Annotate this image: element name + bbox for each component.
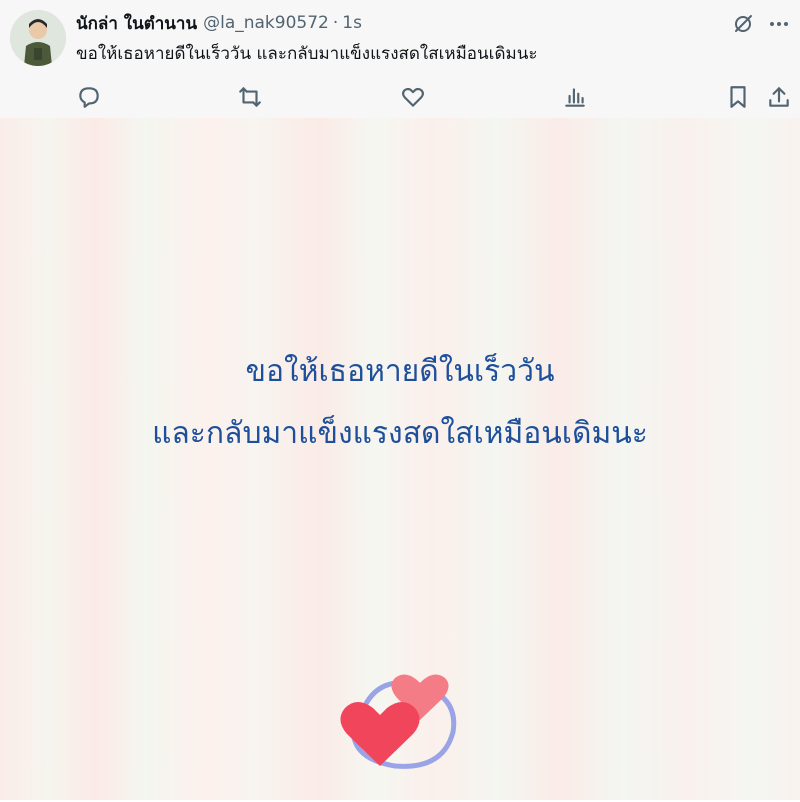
media-text-line-1: ขอให้เธอหายดีในเร็ววัน xyxy=(245,354,555,389)
media-text-line-2: และกลับมาแข็งแรงสดใสเหมือนเดิมนะ xyxy=(152,416,648,451)
share-icon[interactable] xyxy=(766,84,792,110)
like-icon[interactable] xyxy=(400,84,426,110)
reply-icon[interactable] xyxy=(76,84,102,110)
display-name[interactable]: นักล่า ในตำนาน xyxy=(76,10,197,37)
post-media-image[interactable]: ขอให้เธอหายดีในเร็ววัน และกลับมาแข็งแรงส… xyxy=(0,118,800,800)
post-meta: นักล่า ในตำนาน @la_nak90572 · 1s xyxy=(76,11,362,35)
more-icon[interactable] xyxy=(767,12,791,36)
post-header: นักล่า ในตำนาน @la_nak90572 · 1s ขอให้เธ… xyxy=(0,0,800,118)
avatar[interactable] xyxy=(10,10,66,66)
heart-front-icon xyxy=(340,702,420,766)
user-handle[interactable]: @la_nak90572 xyxy=(203,13,329,33)
views-icon[interactable] xyxy=(562,84,588,110)
post-text: ขอให้เธอหายดีในเร็ววัน และกลับมาแข็งแรงส… xyxy=(76,44,538,64)
bookmark-icon[interactable] xyxy=(725,84,751,110)
hearts-sticker xyxy=(325,648,475,798)
timestamp[interactable]: 1s xyxy=(342,13,362,33)
separator-dot: · xyxy=(332,13,339,33)
grok-icon[interactable] xyxy=(731,12,755,36)
repost-icon[interactable] xyxy=(237,84,263,110)
